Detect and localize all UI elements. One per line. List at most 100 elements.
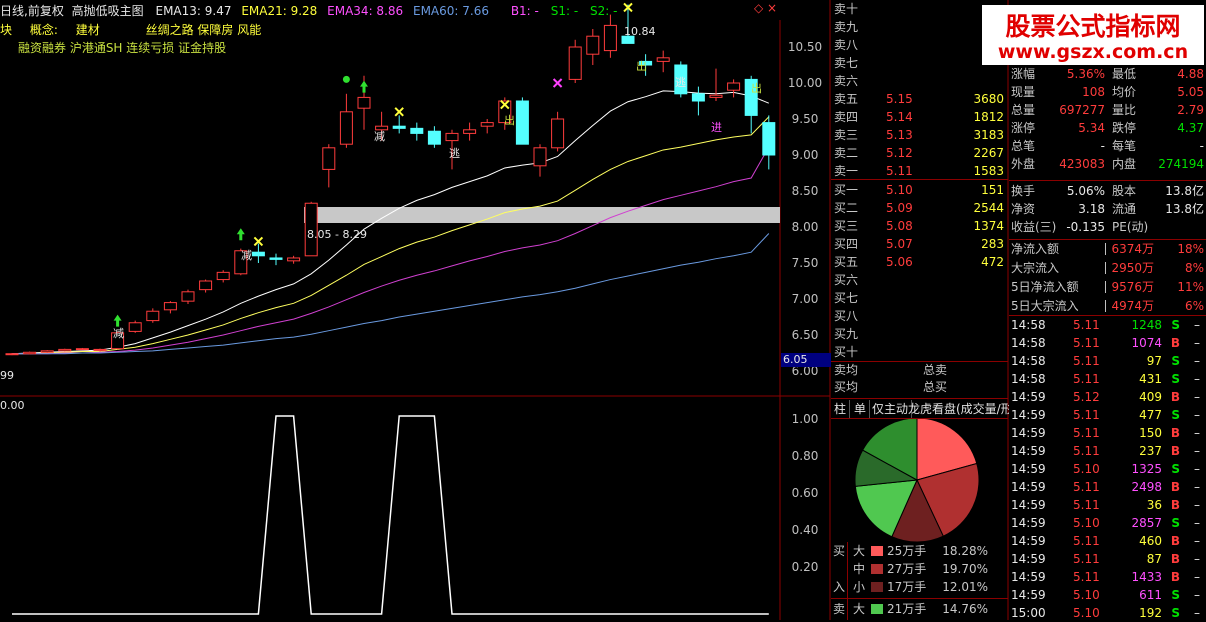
tick-side: S — [1171, 606, 1180, 620]
tick-time: 14:59 — [1011, 498, 1046, 512]
stat-value: 108 — [1082, 85, 1105, 99]
tick-side: B — [1170, 390, 1180, 404]
stat-label: 涨停 — [1011, 121, 1036, 135]
bid-label: 买十 — [834, 345, 859, 359]
tick-volume: 2857 — [1131, 516, 1162, 530]
flow-bar — [1105, 262, 1106, 274]
tick-volume: 150 — [1139, 426, 1162, 440]
stat-value: 5.06% — [1066, 184, 1105, 198]
window-controls[interactable]: ◇ × — [754, 1, 777, 15]
flow-amount: 9576万 — [1111, 280, 1154, 294]
tick-side: S — [1171, 408, 1180, 422]
stat-value: 5.36% — [1066, 67, 1105, 81]
support-zone — [304, 207, 780, 223]
bid-price[interactable]: 5.07 — [886, 235, 913, 253]
tab-3[interactable]: 龙虎看盘(成交量/形 — [905, 400, 1009, 418]
flow-label: 5日净流入额 — [1011, 280, 1079, 294]
tick-volume: 477 — [1139, 408, 1162, 422]
tick-dash: – — [1194, 390, 1200, 404]
tick-volume: 36 — [1146, 498, 1162, 512]
sub-indicator-value: 0.00 — [0, 399, 25, 412]
price-tick: 8.50 — [791, 184, 819, 198]
ask-label: 卖一 — [834, 164, 859, 178]
tick-side: S — [1171, 588, 1180, 602]
sub-axis: 1.00 0.80 0.60 0.40 0.20 — [780, 396, 830, 620]
in-label: 入 — [833, 580, 846, 594]
tab-1[interactable]: 单 — [851, 400, 871, 418]
tick-dash: – — [1194, 372, 1200, 386]
ema60-value: EMA60: 7.66 — [412, 4, 489, 18]
bid-price[interactable]: 5.10 — [886, 181, 913, 199]
ask-price[interactable]: 5.11 — [886, 162, 913, 180]
tick-time: 14:59 — [1011, 534, 1046, 548]
candle — [58, 348, 72, 352]
sub-tick: 0.40 — [791, 523, 819, 537]
ask-price[interactable]: 5.12 — [886, 144, 913, 162]
stat-value: 3.18 — [1078, 202, 1105, 216]
indicator-name[interactable]: 高抛低吸主图 — [72, 4, 144, 18]
signal-dot-icon — [342, 75, 350, 83]
stat-label: 内盘 — [1112, 157, 1137, 171]
tick-time: 14:59 — [1011, 552, 1046, 566]
ask-price[interactable]: 5.13 — [886, 126, 913, 144]
s2-value: S2: - — [589, 4, 618, 18]
bid-volume: 283 — [981, 237, 1004, 251]
tick-dash: – — [1194, 498, 1200, 512]
ask-price[interactable]: 5.15 — [886, 90, 913, 108]
tick-dash: – — [1194, 606, 1200, 620]
ask-volume: 1583 — [973, 164, 1004, 178]
tick-volume: 192 — [1139, 606, 1162, 620]
tick-dash: – — [1194, 552, 1200, 566]
stat-label: 最低 — [1112, 67, 1137, 81]
legend-amount: 21万手 — [887, 602, 927, 616]
tick-side: S — [1171, 318, 1180, 332]
tick-dash: – — [1194, 462, 1200, 476]
stat-label: 股本 — [1112, 184, 1137, 198]
divider — [847, 542, 848, 620]
total-buy-label: 总买 — [923, 380, 948, 394]
tick-list[interactable]: 14:58 5.11 1248 S –14:58 5.11 1074 B –14:58 5.11 9… — [1009, 316, 1206, 620]
bid-volume: 2544 — [973, 201, 1004, 215]
tick-price: 5.10 — [1073, 588, 1100, 602]
size-label: 大 — [853, 602, 866, 616]
bid-price[interactable]: 5.06 — [886, 253, 913, 271]
industry-label: 建材 — [75, 23, 100, 37]
tick-time: 15:00 — [1011, 606, 1046, 620]
tick-volume: 2498 — [1131, 480, 1162, 494]
stat-label: 总量 — [1011, 103, 1036, 117]
sub-tick: 1.00 — [791, 412, 819, 426]
bid-label: 买五 — [834, 255, 859, 269]
tick-volume: 1074 — [1131, 336, 1162, 350]
flow-amount: 2950万 — [1111, 261, 1154, 275]
tick-time: 14:59 — [1011, 588, 1046, 602]
tab-0[interactable]: 柱 — [831, 400, 851, 418]
stat-value: -0.135 — [1066, 220, 1105, 234]
stat-value: 697277 — [1059, 103, 1105, 117]
high-price-label: 10.84 — [624, 25, 656, 38]
tick-volume: 87 — [1146, 552, 1162, 566]
flow-bar — [1105, 281, 1106, 293]
divider — [831, 418, 1008, 419]
stat-value: 4.37 — [1177, 121, 1204, 135]
tick-price: 5.11 — [1073, 318, 1100, 332]
ask-price[interactable]: 5.14 — [886, 108, 913, 126]
tick-time: 14:59 — [1011, 426, 1046, 440]
legend-swatch — [871, 604, 883, 614]
pie-chart — [854, 417, 980, 543]
sub-tick: 0.20 — [791, 560, 819, 574]
tick-volume: 1433 — [1131, 570, 1162, 584]
pie-legend: 买入卖大 25万手 18.28% 中 27万手 19.70% 小 17万手 12.01% 大 21万… — [831, 542, 1008, 620]
stat-label: 净资 — [1011, 202, 1036, 216]
period-label[interactable]: 日线,前复权 — [0, 4, 64, 18]
tick-volume: 431 — [1139, 372, 1162, 386]
tick-time: 14:59 — [1011, 390, 1046, 404]
flow-amount: 4974万 — [1111, 299, 1154, 313]
bid-price[interactable]: 5.08 — [886, 217, 913, 235]
legend-percent: 18.28% — [942, 544, 988, 558]
chart-header: 日线,前复权 高抛低吸主图 EMA13: 9.47 EMA21: 9.28 EM… — [0, 2, 617, 19]
flow-label: 5日大宗流入 — [1011, 299, 1079, 313]
tick-price: 5.10 — [1073, 606, 1100, 620]
enter-mark: 进 — [711, 121, 722, 134]
bid-price[interactable]: 5.09 — [886, 199, 913, 217]
tick-volume: 97 — [1146, 354, 1162, 368]
